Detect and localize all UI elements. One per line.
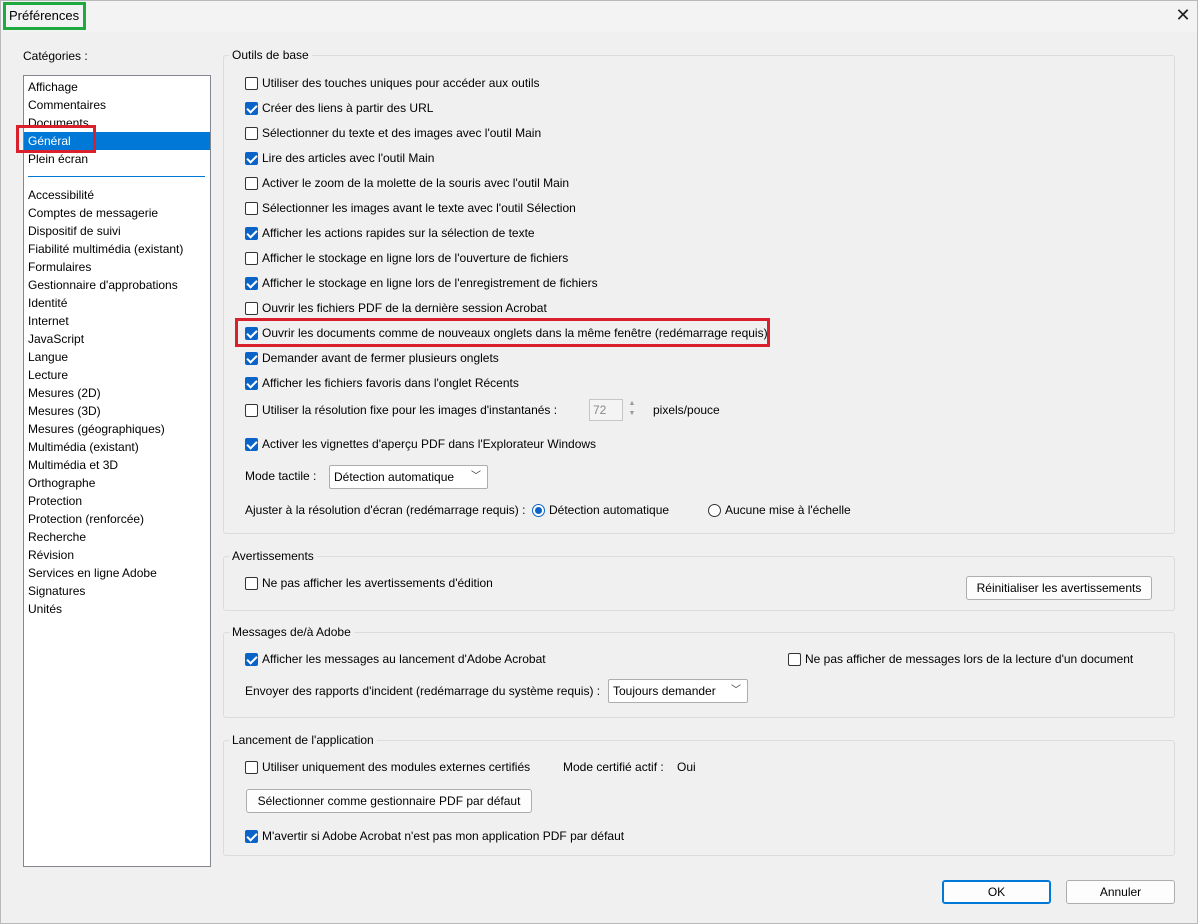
category-item-protection-renforcee[interactable]: Protection (renforcée): [24, 510, 210, 528]
category-item-fiabilite-multimedia[interactable]: Fiabilité multimédia (existant): [24, 240, 210, 258]
checkbox-icon[interactable]: [245, 151, 258, 165]
resolution-value-input[interactable]: 72: [589, 399, 623, 421]
category-item-javascript[interactable]: JavaScript: [24, 330, 210, 348]
mode-tactile-label: Mode tactile :: [245, 469, 317, 483]
checkbox-icon[interactable]: [245, 251, 258, 265]
category-separator: [28, 176, 205, 177]
option-avertir-defaut[interactable]: M'avertir si Adobe Acrobat n'est pas mon…: [245, 827, 624, 845]
checkbox-icon[interactable]: [245, 201, 258, 215]
category-item-protection[interactable]: Protection: [24, 492, 210, 510]
category-item-accessibilite[interactable]: Accessibilité: [24, 186, 210, 204]
ajuster-label: Ajuster à la résolution d'écran (redémar…: [245, 503, 526, 517]
category-item-revision[interactable]: Révision: [24, 546, 210, 564]
category-item-comptes-messagerie[interactable]: Comptes de messagerie: [24, 204, 210, 222]
checkbox-icon[interactable]: [245, 226, 258, 240]
option-modules-certifies[interactable]: Utiliser uniquement des modules externes…: [245, 758, 530, 776]
rapports-select[interactable]: Toujours demander ﹀: [608, 679, 748, 703]
radio-icon[interactable]: [532, 503, 545, 517]
checkbox-icon[interactable]: [245, 301, 258, 315]
checkbox-icon[interactable]: [245, 126, 258, 140]
rapports-label: Envoyer des rapports d'incident (redémar…: [245, 684, 601, 698]
category-item-mesures-2d[interactable]: Mesures (2D): [24, 384, 210, 402]
resolution-unit: pixels/pouce: [653, 403, 720, 417]
nouveaux-onglets-highlight: [235, 318, 770, 347]
category-item-internet[interactable]: Internet: [24, 312, 210, 330]
lancement-title: Lancement de l'application: [229, 733, 377, 747]
option-vignettes[interactable]: Activer les vignettes d'aperçu PDF dans …: [245, 435, 596, 453]
category-item-langue[interactable]: Langue: [24, 348, 210, 366]
category-item-multimedia-3d[interactable]: Multimédia et 3D: [24, 456, 210, 474]
option-fermer-onglets[interactable]: Demander avant de fermer plusieurs ongle…: [245, 349, 499, 367]
option-fichiers-favoris[interactable]: Afficher les fichiers favoris dans l'ong…: [245, 374, 519, 392]
category-item-mesures-geo[interactable]: Mesures (géographiques): [24, 420, 210, 438]
option-messages-lecture[interactable]: Ne pas afficher de messages lors de la l…: [788, 650, 1133, 668]
categories-list[interactable]: Affichage Commentaires Documents Général…: [23, 75, 211, 867]
category-item-commentaires[interactable]: Commentaires: [24, 96, 210, 114]
option-touches-uniques[interactable]: Utiliser des touches uniques pour accéde…: [245, 74, 540, 92]
checkbox-icon[interactable]: [245, 351, 258, 365]
checkbox-icon[interactable]: [245, 276, 258, 290]
category-item-gestionnaire-approbations[interactable]: Gestionnaire d'approbations: [24, 276, 210, 294]
spinner-arrows-icon[interactable]: ▲ ▼: [625, 399, 639, 421]
chevron-down-icon: ﹀: [731, 685, 741, 696]
radio-aucune-echelle[interactable]: Aucune mise à l'échelle: [708, 501, 851, 519]
category-item-unites[interactable]: Unités: [24, 600, 210, 618]
option-images-avant-texte[interactable]: Sélectionner les images avant le texte a…: [245, 199, 576, 217]
title-bar: [0, 0, 1198, 32]
radio-detection-auto[interactable]: Détection automatique: [532, 501, 669, 519]
mode-tactile-select[interactable]: Détection automatique ﹀: [329, 465, 488, 489]
checkbox-icon[interactable]: [245, 176, 258, 190]
mode-certifie-value: Oui: [677, 760, 696, 774]
messages-title: Messages de/à Adobe: [229, 625, 354, 639]
checkbox-icon[interactable]: [245, 829, 258, 843]
title-highlight: [3, 2, 86, 30]
checkbox-icon[interactable]: [245, 652, 258, 666]
category-item-services-adobe[interactable]: Services en ligne Adobe: [24, 564, 210, 582]
default-pdf-handler-button[interactable]: Sélectionner comme gestionnaire PDF par …: [246, 789, 532, 813]
close-icon[interactable]: ✕: [1171, 4, 1195, 26]
option-lire-articles[interactable]: Lire des articles avec l'outil Main: [245, 149, 434, 167]
category-item-affichage[interactable]: Affichage: [24, 78, 210, 96]
reset-warnings-button[interactable]: Réinitialiser les avertissements: [966, 576, 1152, 600]
messages-group: [223, 632, 1175, 718]
option-stockage-ouverture[interactable]: Afficher le stockage en ligne lors de l'…: [245, 249, 568, 267]
checkbox-icon[interactable]: [245, 437, 258, 451]
ok-button[interactable]: OK: [942, 880, 1051, 904]
category-item-dispositif-suivi[interactable]: Dispositif de suivi: [24, 222, 210, 240]
checkbox-icon[interactable]: [788, 652, 801, 666]
category-item-orthographe[interactable]: Orthographe: [24, 474, 210, 492]
category-item-formulaires[interactable]: Formulaires: [24, 258, 210, 276]
option-stockage-enregistrement[interactable]: Afficher le stockage en ligne lors de l'…: [245, 274, 598, 292]
category-item-signatures[interactable]: Signatures: [24, 582, 210, 600]
checkbox-icon[interactable]: [245, 76, 258, 90]
radio-icon[interactable]: [708, 503, 721, 517]
option-derniere-session[interactable]: Ouvrir les fichiers PDF de la dernière s…: [245, 299, 547, 317]
cancel-button[interactable]: Annuler: [1066, 880, 1175, 904]
option-selection-main[interactable]: Sélectionner du texte et des images avec…: [245, 124, 541, 142]
option-resolution-fixe[interactable]: Utiliser la résolution fixe pour les ima…: [245, 401, 557, 419]
checkbox-icon[interactable]: [245, 760, 258, 774]
general-highlight: [16, 125, 96, 153]
category-item-multimedia-existant[interactable]: Multimédia (existant): [24, 438, 210, 456]
checkbox-icon[interactable]: [245, 101, 258, 115]
outils-de-base-title: Outils de base: [229, 48, 312, 62]
checkbox-icon[interactable]: [245, 376, 258, 390]
category-item-identite[interactable]: Identité: [24, 294, 210, 312]
option-messages-lancement[interactable]: Afficher les messages au lancement d'Ado…: [245, 650, 546, 668]
avertissements-title: Avertissements: [229, 549, 317, 563]
categories-label: Catégories :: [23, 49, 88, 63]
option-avertissements-edition[interactable]: Ne pas afficher les avertissements d'édi…: [245, 574, 493, 592]
category-item-mesures-3d[interactable]: Mesures (3D): [24, 402, 210, 420]
checkbox-icon[interactable]: [245, 403, 258, 417]
category-item-lecture[interactable]: Lecture: [24, 366, 210, 384]
option-actions-rapides[interactable]: Afficher les actions rapides sur la séle…: [245, 224, 535, 242]
mode-certifie-label: Mode certifié actif :: [563, 760, 664, 774]
option-liens-url[interactable]: Créer des liens à partir des URL: [245, 99, 433, 117]
option-zoom-molette[interactable]: Activer le zoom de la molette de la sour…: [245, 174, 569, 192]
checkbox-icon[interactable]: [245, 576, 258, 590]
category-item-recherche[interactable]: Recherche: [24, 528, 210, 546]
chevron-down-icon: ﹀: [471, 471, 481, 482]
